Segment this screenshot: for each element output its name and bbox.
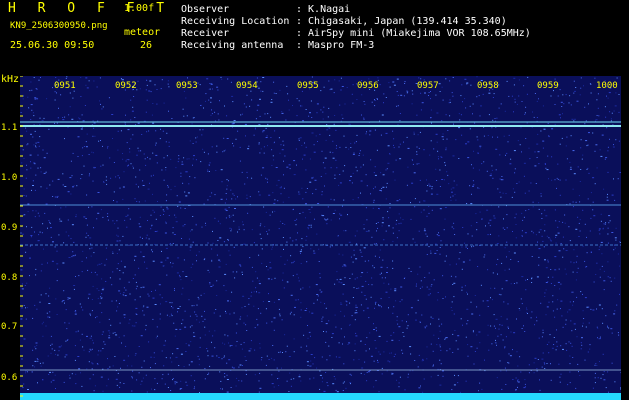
x-tick-label: 0959 xyxy=(537,81,559,91)
meteor-label: meteor xyxy=(124,27,161,38)
x-tick-label: 0955 xyxy=(297,81,319,91)
location-key: Receiving Location xyxy=(181,16,290,27)
x-tick-label: 0951 xyxy=(54,81,76,91)
receiver-key: Receiver xyxy=(181,28,230,39)
y-tick-label: 1.0 xyxy=(1,173,18,183)
y-tick-label: 0.8 xyxy=(1,273,18,283)
observer-value: : K.Nagai xyxy=(296,4,351,15)
x-tick-label: 0952 xyxy=(115,81,137,91)
y-tick-label: 0.7 xyxy=(1,322,18,332)
x-tick-label: 0953 xyxy=(176,81,198,91)
antenna-value: : Maspro FM-3 xyxy=(296,40,375,51)
meteor-count: 26 xyxy=(140,40,153,51)
x-tick-label: 0957 xyxy=(417,81,439,91)
x-tick-label: 0958 xyxy=(477,81,499,91)
header-panel: H R O F F T 1.00f KN9_2506300950.png met… xyxy=(0,0,629,74)
observer-key: Observer xyxy=(181,4,230,15)
datetime-label: 25.06.30 09:50 xyxy=(10,40,95,51)
y-axis: 1.1 1.0 0.9 0.8 0.7 0.6 xyxy=(0,76,20,400)
x-tick-label: 0956 xyxy=(357,81,379,91)
location-value: : Chigasaki, Japan (139.414 35.340) xyxy=(296,16,507,27)
x-tick-label: 0954 xyxy=(236,81,258,91)
spectrogram-background xyxy=(20,76,621,400)
x-tick-label: 1000 xyxy=(596,81,618,91)
baseline-band xyxy=(20,393,621,400)
filename-label: KN9_2506300950.png xyxy=(10,21,108,31)
version-label: 1.00f xyxy=(124,3,155,14)
antenna-key: Receiving antenna xyxy=(181,40,284,51)
y-tick-label: 0.6 xyxy=(1,373,18,383)
y-tick-label: 1.1 xyxy=(1,123,18,133)
y-tick-label: 0.9 xyxy=(1,223,18,233)
spectrogram-plot xyxy=(20,76,621,400)
receiver-value: : AirSpy mini (Miakejima VOR 108.65MHz) xyxy=(296,28,531,39)
